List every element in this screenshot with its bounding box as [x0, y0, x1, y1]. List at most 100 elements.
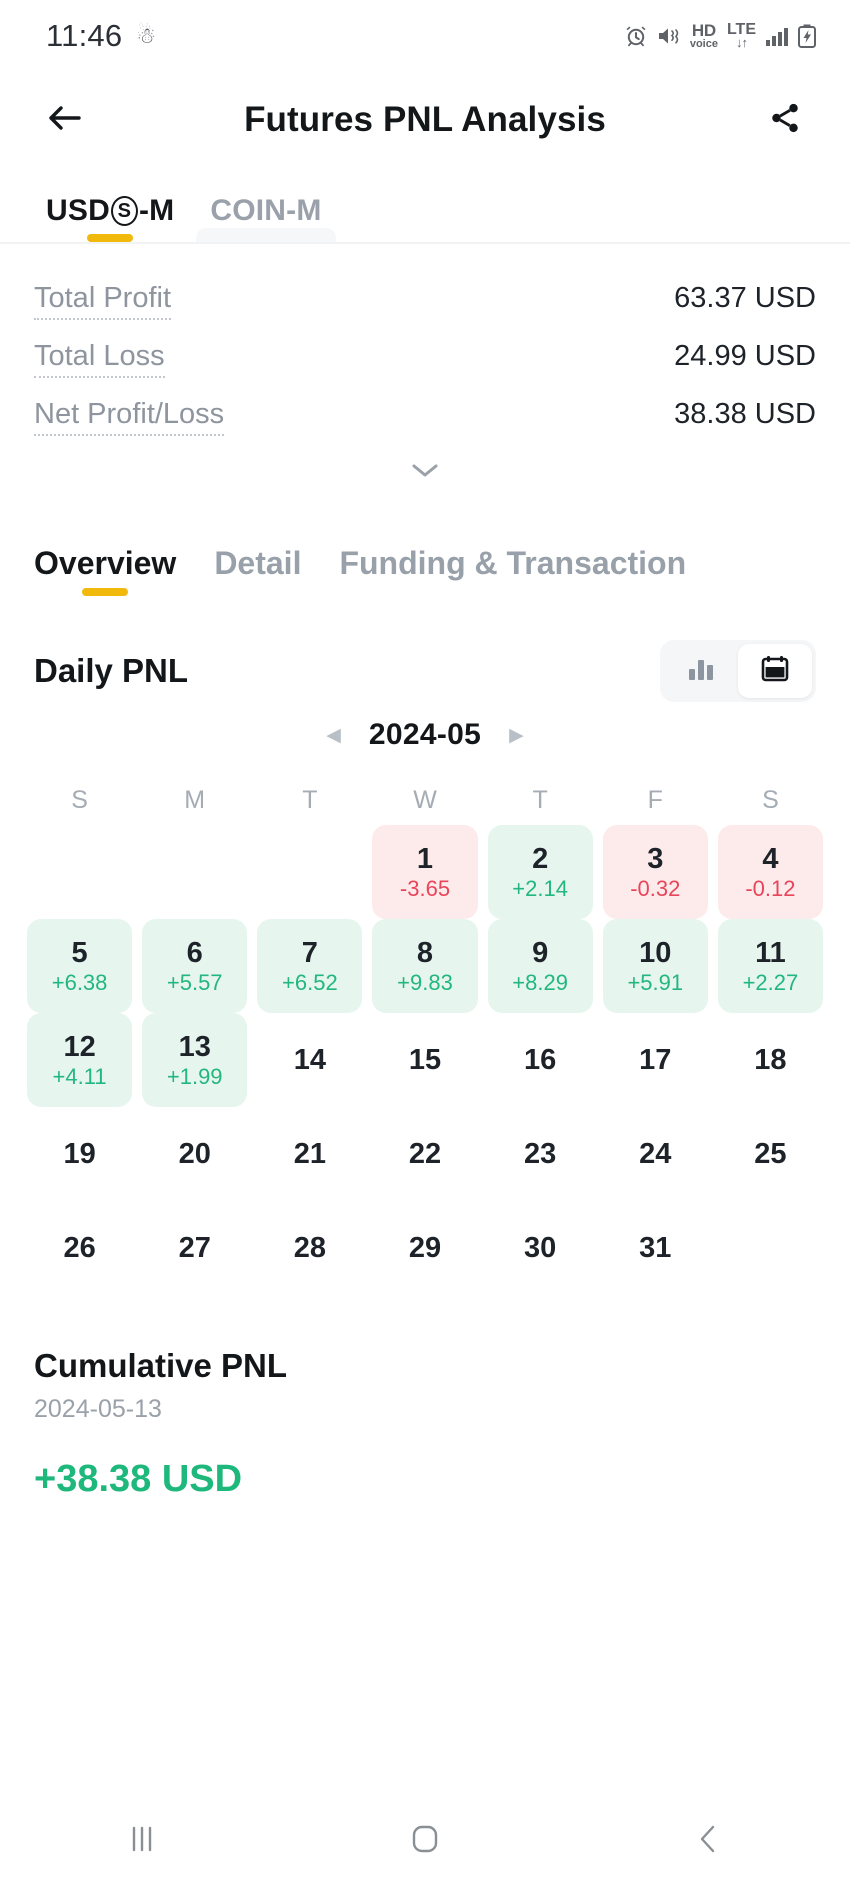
calendar-day-number: 16: [524, 1043, 557, 1076]
share-icon: [768, 101, 802, 140]
cumulative-pnl-panel: Cumulative PNL 2024-05-13 +38.38 USD: [0, 1295, 850, 1501]
calendar-day-pnl: +5.91: [627, 969, 684, 995]
cumulative-pnl-date: 2024-05-13: [34, 1395, 162, 1423]
calendar-day-empty: [27, 825, 132, 919]
calendar-day[interactable]: 18: [718, 1013, 823, 1107]
calendar-day-pnl: +1.99: [166, 1063, 223, 1089]
tab-overview[interactable]: Overview: [34, 545, 176, 600]
market-tabs: USD S -M COIN-M: [0, 168, 850, 244]
calendar-day-number: 23: [524, 1137, 557, 1170]
calendar-day-number: 24: [639, 1137, 672, 1170]
calendar-cell: 8 +9.83: [367, 919, 482, 1013]
calendar-day[interactable]: 7 +6.52: [257, 919, 363, 1013]
calendar-day[interactable]: 28: [257, 1201, 362, 1295]
calendar-day[interactable]: 19: [27, 1107, 132, 1201]
current-month-label: 2024-05: [368, 718, 482, 751]
calendar-day[interactable]: 16: [488, 1013, 593, 1107]
calendar-cell: 2 +2.14: [483, 825, 598, 919]
next-month-button[interactable]: ▶: [509, 726, 524, 745]
tab-coin-m-label: COIN-M: [210, 194, 322, 227]
recents-icon: [127, 1822, 157, 1861]
calendar-day-pnl: +6.38: [51, 969, 108, 995]
app-bar: Futures PNL Analysis: [0, 72, 850, 168]
calendar-day[interactable]: 8 +9.83: [372, 919, 478, 1013]
calendar-day[interactable]: 5 +6.38: [27, 919, 133, 1013]
weekday-label: S: [762, 786, 779, 814]
calendar-week-row: 5 +6.38 6 +5.57 7 +6.52 8 +9.83 9 +8.29 10 +5.91 11 +…: [22, 919, 828, 1013]
calendar-cell: 18: [713, 1013, 828, 1107]
calendar-day[interactable]: 11 +2.27: [717, 919, 823, 1013]
calendar-day[interactable]: 2 +2.14: [487, 825, 593, 919]
calendar-cell: 17: [598, 1013, 713, 1107]
calendar-cell: 11 +2.27: [713, 919, 828, 1013]
calendar-day[interactable]: 26: [27, 1201, 132, 1295]
net-profit-loss-label[interactable]: Net Profit/Loss: [34, 398, 225, 436]
calendar-cell: 13 +1.99: [137, 1013, 252, 1107]
home-button[interactable]: [370, 1806, 480, 1876]
calendar-day[interactable]: 9 +8.29: [487, 919, 593, 1013]
calendar-day[interactable]: 27: [142, 1201, 247, 1295]
tab-detail[interactable]: Detail: [214, 545, 301, 600]
calendar-day[interactable]: 12 +4.11: [27, 1013, 133, 1107]
calendar-day[interactable]: 21: [257, 1107, 362, 1201]
calendar-day[interactable]: 15: [372, 1013, 477, 1107]
calendar-day[interactable]: 6 +5.57: [142, 919, 248, 1013]
calendar-day[interactable]: 25: [718, 1107, 823, 1201]
calendar-cell: 30: [483, 1201, 598, 1295]
hd-voice-icon: HD voice: [689, 22, 718, 50]
expand-summary-button[interactable]: [34, 446, 816, 491]
calendar-day-empty: [142, 825, 247, 919]
calendar-day-pnl: -0.12: [745, 875, 796, 901]
calendar-day[interactable]: 20: [142, 1107, 247, 1201]
chevron-down-icon: [409, 460, 441, 485]
voice-label: voice: [689, 37, 718, 50]
calendar-day-number: 12: [63, 1030, 96, 1063]
calendar-day[interactable]: 10 +5.91: [602, 919, 708, 1013]
calendar-week-row: 1 -3.65 2 +2.14 3 -0.32 4 -0.12: [22, 825, 828, 919]
calendar-icon: [761, 655, 789, 688]
tab-usds-m[interactable]: USD S -M: [46, 194, 174, 244]
calendar-day-number: 28: [293, 1231, 326, 1264]
calendar-cell: 12 +4.11: [22, 1013, 137, 1107]
back-button[interactable]: [38, 93, 92, 147]
calendar-day[interactable]: 17: [603, 1013, 708, 1107]
view-toggle-group: [660, 640, 816, 702]
summary-panel: Total Profit 63.37 USD Total Loss 24.99 …: [0, 244, 850, 491]
tab-funding-transaction[interactable]: Funding & Transaction: [339, 545, 686, 600]
calendar-day-number: 10: [639, 936, 672, 969]
share-button[interactable]: [758, 93, 812, 147]
calendar-day[interactable]: 22: [372, 1107, 477, 1201]
lte-icon: LTE ↓↑: [727, 22, 756, 50]
calendar-day[interactable]: 24: [603, 1107, 708, 1201]
chart-view-button[interactable]: [664, 644, 738, 698]
total-profit-value: 63.37 USD: [674, 282, 816, 314]
calendar-day[interactable]: 23: [488, 1107, 593, 1201]
tab-funding-transaction-label: Funding & Transaction: [339, 545, 687, 581]
calendar-day[interactable]: 3 -0.32: [602, 825, 708, 919]
calendar-cell: 20: [137, 1107, 252, 1201]
calendar-day[interactable]: 31: [603, 1201, 708, 1295]
calendar-cell: 6 +5.57: [137, 919, 252, 1013]
calendar-cell: [137, 825, 252, 919]
calendar-day[interactable]: 30: [488, 1201, 593, 1295]
back-nav-button[interactable]: [653, 1806, 763, 1876]
total-profit-label[interactable]: Total Profit: [34, 282, 171, 320]
tab-usds-m-label: USD S -M: [46, 194, 174, 228]
prev-month-button[interactable]: ◀: [326, 726, 341, 745]
calendar-day[interactable]: 1 -3.65: [372, 825, 478, 919]
calendar-cell: 27: [137, 1201, 252, 1295]
calendar-day[interactable]: 13 +1.99: [142, 1013, 248, 1107]
calendar-day-pnl: +6.52: [282, 969, 338, 995]
calendar-day[interactable]: 14: [257, 1013, 362, 1107]
calendar-view-button[interactable]: [738, 644, 812, 698]
calendar-day-pnl: -3.65: [399, 875, 451, 901]
tab-usds-m-prefix: USD: [46, 194, 110, 227]
calendar-day[interactable]: 29: [372, 1201, 477, 1295]
recents-button[interactable]: [87, 1806, 197, 1876]
calendar-day-pnl: +4.11: [52, 1063, 107, 1089]
calendar-day-number: 1: [416, 842, 434, 875]
calendar-day[interactable]: 4 -0.12: [717, 825, 823, 919]
calendar-day-number: 19: [63, 1137, 96, 1170]
total-loss-label[interactable]: Total Loss: [34, 340, 165, 378]
calendar-day-pnl: +5.57: [166, 969, 223, 995]
